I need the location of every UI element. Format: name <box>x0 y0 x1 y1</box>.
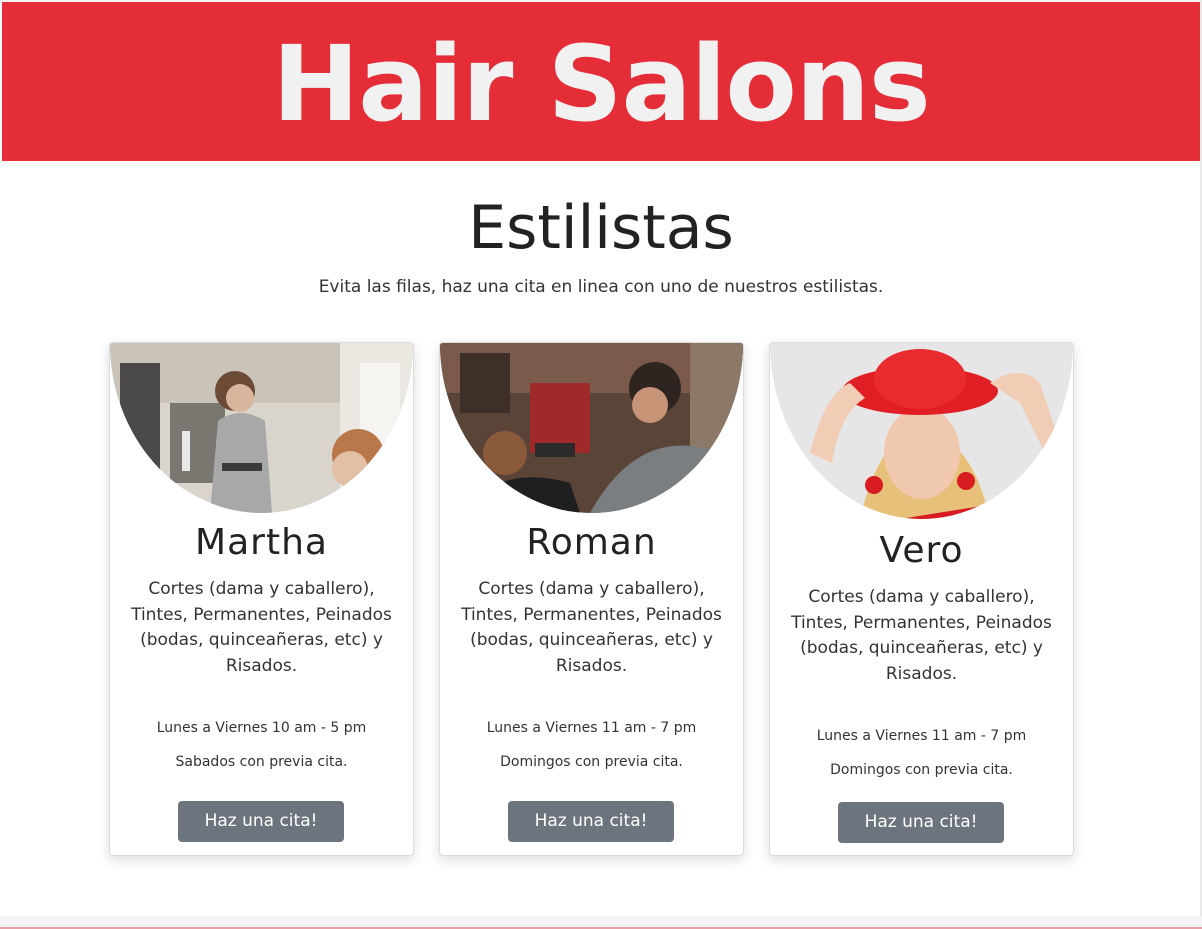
stylist-availability: Domingos con previa cita. <box>830 762 1013 778</box>
stylist-hours: Lunes a Viernes 10 am - 5 pm <box>156 720 367 736</box>
stylist-name: Martha <box>195 522 328 563</box>
barbershop-photo-image <box>440 343 743 513</box>
stylist-name: Vero <box>879 530 964 571</box>
stylist-portrait-image <box>770 343 1073 519</box>
stylist-photo <box>440 343 743 513</box>
stylist-card-roman: Roman Cortes (dama y caballero), Tintes,… <box>439 342 744 856</box>
stylist-services: Cortes (dama y caballero), Tintes, Perma… <box>131 579 392 676</box>
stylist-hours: Lunes a Viernes 11 am - 7 pm <box>816 728 1027 744</box>
stylist-hours: Lunes a Viernes 11 am - 7 pm <box>486 720 697 736</box>
salon-photo-image <box>110 343 413 513</box>
book-appointment-button[interactable]: Haz una cita! <box>508 801 674 842</box>
section-title: Estilistas <box>468 193 734 263</box>
section-subtitle: Evita las filas, haz una cita en linea c… <box>318 277 884 297</box>
book-appointment-button[interactable]: Haz una cita! <box>838 802 1004 843</box>
stylist-cards: Martha Cortes (dama y caballero), Tintes… <box>109 342 1074 856</box>
book-appointment-button[interactable]: Haz una cita! <box>178 801 344 842</box>
site-title: Hair Salons <box>272 23 930 145</box>
stylist-photo <box>770 343 1073 519</box>
stylist-name: Roman <box>526 522 657 563</box>
stylist-card-martha: Martha Cortes (dama y caballero), Tintes… <box>109 342 414 856</box>
stylist-availability: Sabados con previa cita. <box>175 754 348 770</box>
site-header: Hair Salons <box>2 2 1200 161</box>
stylist-services: Cortes (dama y caballero), Tintes, Perma… <box>791 587 1052 684</box>
stylist-card-vero: Vero Cortes (dama y caballero), Tintes, … <box>769 342 1074 856</box>
stylist-availability: Domingos con previa cita. <box>500 754 683 770</box>
footer-divider <box>0 916 1202 929</box>
stylist-services: Cortes (dama y caballero), Tintes, Perma… <box>461 579 722 676</box>
stylist-photo <box>110 343 413 513</box>
